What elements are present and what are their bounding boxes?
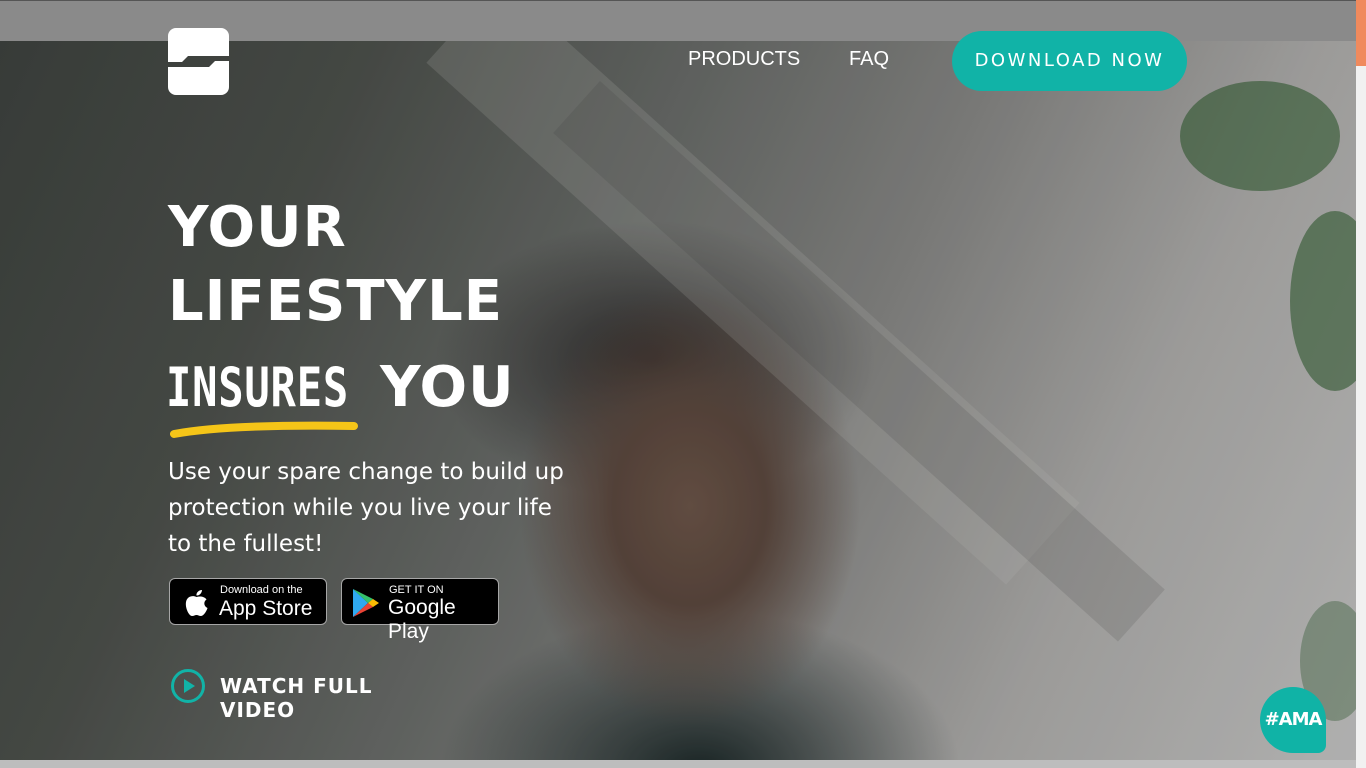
logo-icon[interactable] [168, 28, 229, 95]
app-store-big-text: App Store [219, 597, 313, 620]
scrollbar-thumb[interactable] [1356, 0, 1366, 66]
google-play-badge[interactable]: GET IT ON Google Play [341, 578, 499, 643]
google-play-icon [353, 589, 379, 617]
ama-chat-button[interactable]: #AMA [1260, 687, 1326, 753]
highlight-underline [170, 421, 358, 438]
headline-line-1: YOUR [168, 195, 347, 260]
headline-line-2: LIFESTYLE [168, 269, 504, 334]
app-store-small-text: Download on the [220, 584, 303, 596]
watch-video-link[interactable]: WATCH FULL VIDEO [170, 668, 440, 722]
hero-subtext: Use your spare change to build up protec… [168, 459, 564, 557]
google-play-small-text: GET IT ON [389, 584, 444, 596]
headline-highlight-word: INSURES [166, 356, 349, 419]
nav-products-link[interactable]: PRODUCTS [688, 48, 800, 71]
google-play-big-text: Google Play [388, 596, 456, 643]
play-circle-icon [171, 669, 205, 703]
bottom-divider [0, 760, 1356, 768]
apple-icon [185, 590, 208, 616]
download-now-button[interactable]: DOWNLOAD NOW [952, 31, 1187, 91]
nav-faq-link[interactable]: FAQ [849, 48, 889, 71]
ama-chat-label: #AMA [1264, 709, 1323, 730]
watch-video-label: WATCH FULL VIDEO [220, 674, 373, 722]
headline-line-3: YOU [380, 355, 515, 420]
scrollbar-track[interactable] [1356, 0, 1366, 768]
app-store-badge[interactable]: Download on the App Store [169, 578, 327, 625]
